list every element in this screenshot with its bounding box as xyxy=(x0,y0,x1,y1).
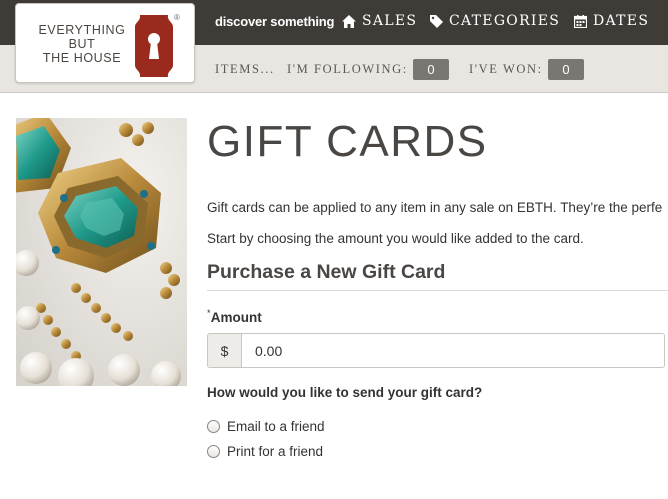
site-logo[interactable]: EVERYTHING BUT THE HOUSE ® xyxy=(15,3,195,83)
logo-wordmark: EVERYTHING BUT THE HOUSE xyxy=(38,23,126,65)
amount-input[interactable] xyxy=(242,334,664,367)
instruction-text: Start by choosing the amount you would l… xyxy=(207,231,584,246)
nav-sales[interactable]: SALES xyxy=(342,13,417,29)
currency-addon: $ xyxy=(208,334,242,367)
items-link[interactable]: ITEMS... xyxy=(215,62,275,77)
print-option[interactable]: Print for a friend xyxy=(207,444,323,459)
registered-mark: ® xyxy=(174,13,180,22)
nav-sales-label: SALES xyxy=(362,13,418,29)
won-count-badge[interactable]: 0 xyxy=(548,59,584,80)
tag-icon xyxy=(430,14,443,28)
following-link[interactable]: I'M FOLLOWING: xyxy=(287,62,408,77)
email-option[interactable]: Email to a friend xyxy=(207,419,325,434)
amount-label: Amount xyxy=(210,310,262,325)
print-radio[interactable] xyxy=(207,445,220,458)
gift-card-jewelry-image xyxy=(16,118,187,386)
nav-categories[interactable]: CATEGORIES xyxy=(430,13,560,29)
page-title: GIFT CARDS xyxy=(207,117,488,166)
email-radio[interactable] xyxy=(207,420,220,433)
calendar-icon xyxy=(574,14,587,28)
intro-text: Gift cards can be applied to any item in… xyxy=(207,200,663,215)
nav-dates[interactable]: DATES xyxy=(574,13,649,29)
send-method-question: How would you like to send your gift car… xyxy=(207,385,483,400)
won-link[interactable]: I'VE WON: xyxy=(469,62,543,77)
following-count-badge[interactable]: 0 xyxy=(413,59,449,80)
nav-dates-label: DATES xyxy=(593,13,650,29)
section-title: Purchase a New Gift Card xyxy=(207,261,446,283)
nav-discover-link[interactable]: discover something xyxy=(215,14,334,29)
section-divider xyxy=(207,290,668,291)
home-icon xyxy=(342,14,356,28)
print-option-label: Print for a friend xyxy=(227,444,324,459)
nav-categories-label: CATEGORIES xyxy=(449,13,561,29)
email-option-label: Email to a friend xyxy=(227,419,325,434)
keyhole-logo-icon xyxy=(135,15,173,77)
amount-input-group: $ xyxy=(207,333,665,368)
